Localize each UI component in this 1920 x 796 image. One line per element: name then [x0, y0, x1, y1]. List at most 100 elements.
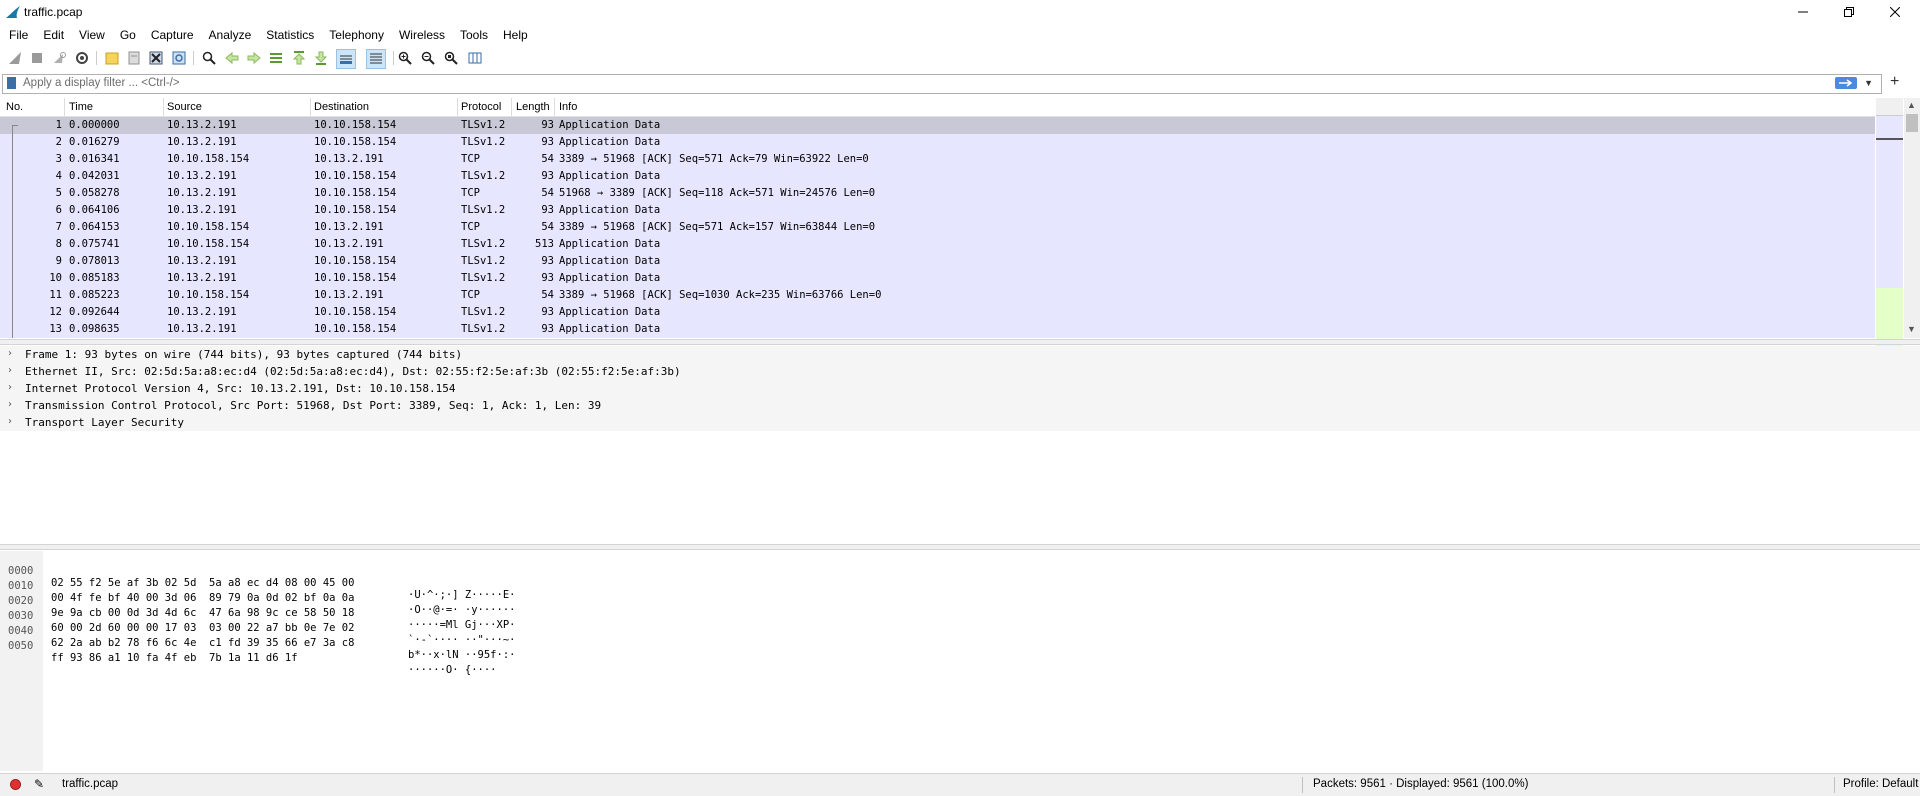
detail-row-tcp[interactable]: › Transmission Control Protocol, Src Por… — [0, 397, 1920, 414]
scrollbar-thumb[interactable] — [1906, 114, 1918, 132]
packet-row[interactable]: 6 0.064106 10.13.2.191 10.10.158.154 TLS… — [0, 202, 1875, 219]
bytes-ascii[interactable]: `·-`···· ··"···~· — [408, 634, 515, 646]
chevron-right-icon[interactable]: › — [8, 399, 12, 410]
pane-splitter[interactable] — [0, 544, 1920, 550]
packet-row[interactable]: 10 0.085183 10.13.2.191 10.10.158.154 TL… — [0, 270, 1875, 287]
bytes-ascii[interactable]: ·····=Ml Gj···XP· — [408, 619, 515, 631]
menu-wireless[interactable]: Wireless — [390, 25, 451, 45]
packet-row[interactable]: 12 0.092644 10.13.2.191 10.10.158.154 TL… — [0, 304, 1875, 321]
bytes-row[interactable]: 0020 9e 9a cb 00 0d 3d 4d 6c 47 6a 98 9c… — [0, 583, 515, 631]
status-profile[interactable]: Profile: Default — [1843, 778, 1918, 790]
packet-protocol: TCP — [461, 289, 480, 301]
normal-size-button[interactable] — [442, 49, 460, 67]
packet-row[interactable]: 13 0.098635 10.13.2.191 10.10.158.154 TL… — [0, 321, 1875, 338]
save-file-button[interactable] — [125, 49, 143, 67]
bytes-row[interactable]: 0010 00 4f fe bf 40 00 3d 06 89 79 0a 0d… — [0, 568, 515, 616]
packet-row[interactable]: 1 0.000000 10.13.2.191 10.10.158.154 TLS… — [0, 117, 1875, 134]
reload-file-button[interactable] — [170, 49, 188, 67]
menu-go[interactable]: Go — [111, 25, 142, 45]
column-source[interactable]: Source — [167, 101, 202, 113]
detail-row-frame[interactable]: › Frame 1: 93 bytes on wire (744 bits), … — [0, 346, 1920, 363]
scroll-up-icon[interactable]: ▲ — [1907, 100, 1916, 110]
last-packet-button[interactable] — [312, 49, 330, 67]
apply-filter-button[interactable] — [1835, 77, 1857, 89]
start-capture-button[interactable] — [6, 49, 24, 67]
chevron-right-icon[interactable]: › — [8, 348, 12, 359]
close-button[interactable] — [1872, 0, 1918, 24]
column-no[interactable]: No. — [6, 101, 23, 113]
chevron-right-icon[interactable]: › — [8, 382, 12, 393]
restore-button[interactable] — [1826, 0, 1872, 24]
minimize-button[interactable] — [1780, 0, 1826, 24]
display-filter-input[interactable] — [23, 76, 1823, 90]
bytes-hex[interactable]: 02 55 f2 5e af 3b 02 5d 5a a8 ec d4 08 0… — [51, 577, 354, 589]
stop-capture-button[interactable] — [28, 49, 46, 67]
menu-edit[interactable]: Edit — [34, 25, 70, 45]
zoom-out-button[interactable] — [419, 49, 437, 67]
packet-row[interactable]: 5 0.058278 10.13.2.191 10.10.158.154 TCP… — [0, 185, 1875, 202]
menu-view[interactable]: View — [70, 25, 111, 45]
bytes-hex[interactable]: 62 2a ab b2 78 f6 6c 4e c1 fd 39 35 66 e… — [51, 637, 354, 649]
column-protocol[interactable]: Protocol — [461, 101, 501, 113]
menu-capture[interactable]: Capture — [142, 25, 200, 45]
scroll-down-icon[interactable]: ▼ — [1907, 324, 1916, 334]
filter-history-dropdown[interactable]: ▼ — [1864, 78, 1873, 88]
bytes-hex[interactable]: 9e 9a cb 00 0d 3d 4d 6c 47 6a 98 9c ce 5… — [51, 607, 354, 619]
bytes-row[interactable]: 0040 62 2a ab b2 78 f6 6c 4e c1 fd 39 35… — [0, 613, 515, 661]
menu-analyze[interactable]: Analyze — [200, 25, 258, 45]
bytes-hex[interactable]: 60 00 2d 60 00 00 17 03 03 00 22 a7 bb 0… — [51, 622, 354, 634]
menu-tools[interactable]: Tools — [451, 25, 494, 45]
close-file-button[interactable] — [147, 49, 165, 67]
packet-list-scrollbar[interactable]: ▲ ▼ — [1904, 98, 1920, 338]
bytes-row[interactable]: 0030 60 00 2d 60 00 00 17 03 03 00 22 a7… — [0, 598, 515, 646]
packet-row[interactable]: 9 0.078013 10.13.2.191 10.10.158.154 TLS… — [0, 253, 1875, 270]
colorize-toggle[interactable] — [366, 49, 386, 69]
detail-row-tls[interactable]: › Transport Layer Security — [0, 414, 1920, 431]
menu-help[interactable]: Help — [494, 25, 534, 45]
find-packet-button[interactable] — [200, 49, 218, 67]
bytes-hex[interactable]: 00 4f fe bf 40 00 3d 06 89 79 0a 0d 02 b… — [51, 592, 354, 604]
packet-row[interactable]: 11 0.085223 10.10.158.154 10.13.2.191 TC… — [0, 287, 1875, 304]
zoom-in-button[interactable] — [396, 49, 414, 67]
first-packet-button[interactable] — [290, 49, 308, 67]
go-forward-button[interactable] — [245, 49, 263, 67]
packet-info: 3389 → 51968 [ACK] Seq=571 Ack=79 Win=63… — [559, 153, 869, 165]
packet-minimap[interactable] — [1876, 98, 1903, 438]
packet-row[interactable]: 2 0.016279 10.13.2.191 10.10.158.154 TLS… — [0, 134, 1875, 151]
add-filter-button-icon[interactable]: + — [1890, 73, 1899, 91]
bookmark-icon[interactable] — [7, 77, 16, 89]
packet-row[interactable]: 7 0.064153 10.10.158.154 10.13.2.191 TCP… — [0, 219, 1875, 236]
capture-comment-icon[interactable]: ✎ — [34, 777, 44, 791]
bytes-ascii[interactable]: b*··x·lN ··95f·:· — [408, 649, 515, 661]
auto-scroll-toggle[interactable] — [336, 49, 356, 69]
column-time[interactable]: Time — [69, 101, 93, 113]
capture-options-button[interactable] — [73, 49, 91, 67]
bytes-row[interactable]: 0000 02 55 f2 5e af 3b 02 5d 5a a8 ec d4… — [0, 553, 515, 601]
expert-info-icon[interactable] — [10, 779, 21, 790]
go-back-button[interactable] — [223, 49, 241, 67]
pane-splitter[interactable] — [0, 339, 1920, 345]
chevron-right-icon[interactable]: › — [8, 416, 12, 427]
go-to-packet-button[interactable] — [267, 49, 285, 67]
open-file-button[interactable] — [103, 49, 121, 67]
resize-columns-button[interactable] — [466, 49, 484, 67]
packet-row[interactable]: 3 0.016341 10.10.158.154 10.13.2.191 TCP… — [0, 151, 1875, 168]
menu-statistics[interactable]: Statistics — [257, 25, 320, 45]
menu-file[interactable]: File — [0, 25, 34, 45]
restart-capture-button[interactable] — [50, 49, 68, 67]
bytes-hex[interactable]: ff 93 86 a1 10 fa 4f eb 7b 1a 11 d6 1f — [51, 652, 298, 664]
detail-row-ethernet[interactable]: › Ethernet II, Src: 02:5d:5a:a8:ec:d4 (0… — [0, 363, 1920, 380]
column-info[interactable]: Info — [559, 101, 577, 113]
column-length[interactable]: Length — [516, 101, 550, 113]
packet-destination: 10.10.158.154 — [314, 204, 397, 216]
chevron-right-icon[interactable]: › — [8, 365, 12, 376]
bytes-row[interactable]: 0050 ff 93 86 a1 10 fa 4f eb 7b 1a 11 d6… — [0, 628, 497, 676]
menu-telephony[interactable]: Telephony — [320, 25, 390, 45]
column-destination[interactable]: Destination — [314, 101, 369, 113]
bytes-ascii[interactable]: ·U·^·;·] Z·····E· — [408, 589, 515, 601]
bytes-ascii[interactable]: ······O· {···· — [408, 664, 497, 676]
packet-row[interactable]: 4 0.042031 10.13.2.191 10.10.158.154 TLS… — [0, 168, 1875, 185]
bytes-ascii[interactable]: ·O··@·=· ·y······ — [408, 604, 515, 616]
packet-row[interactable]: 8 0.075741 10.10.158.154 10.13.2.191 TLS… — [0, 236, 1875, 253]
detail-row-ip[interactable]: › Internet Protocol Version 4, Src: 10.1… — [0, 380, 1920, 397]
